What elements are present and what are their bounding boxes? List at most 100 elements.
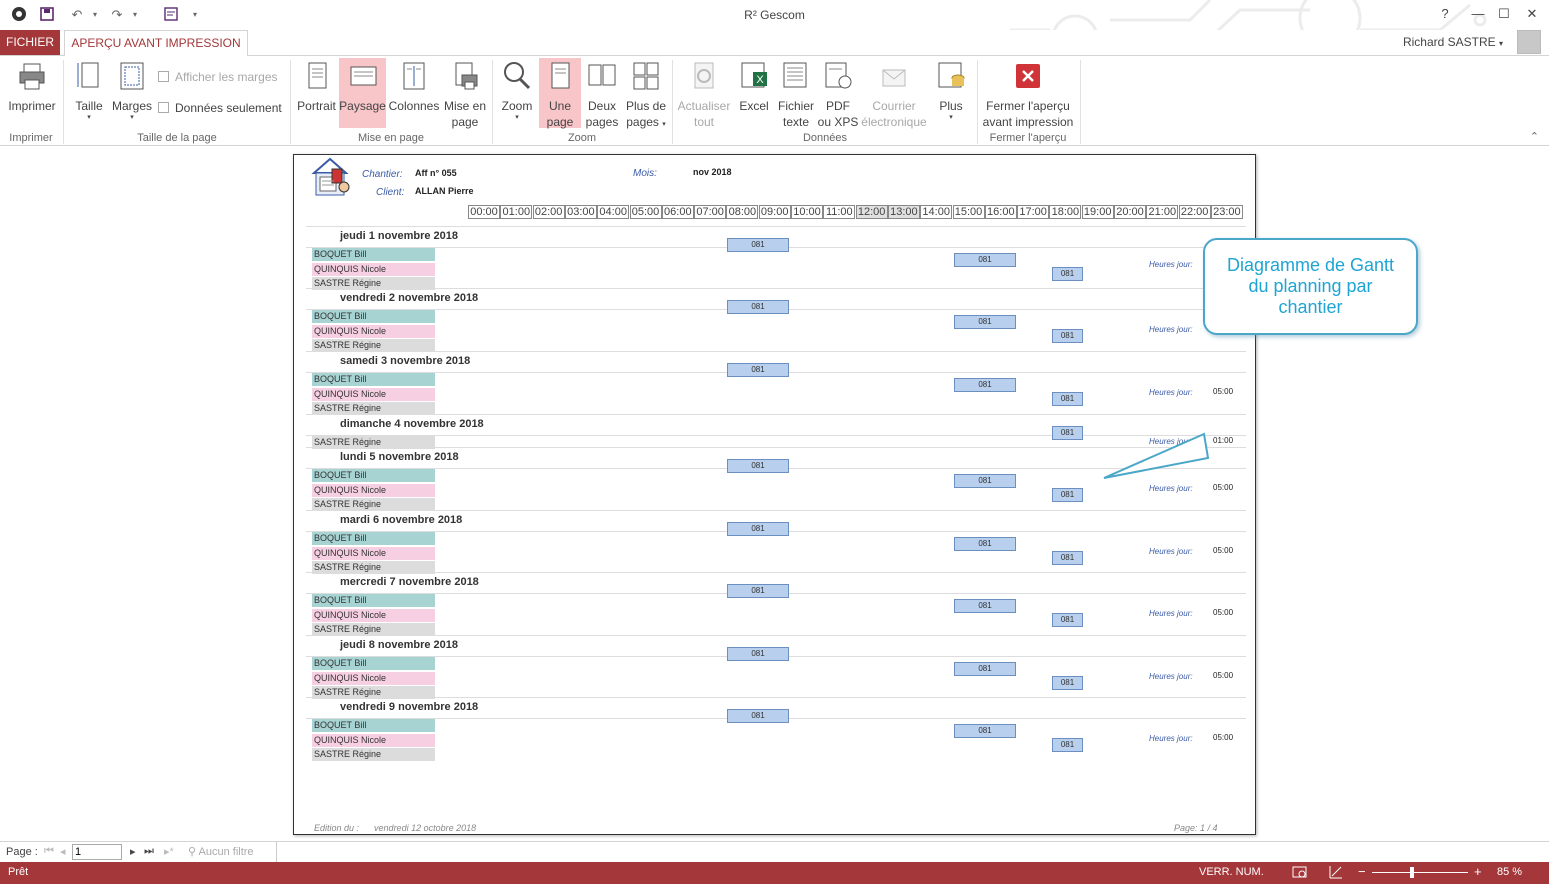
two-pages-icon [588, 64, 616, 86]
tab-print-preview[interactable]: APERÇU AVANT IMPRESSION [64, 30, 248, 56]
tab-file[interactable]: FICHIER [0, 30, 60, 55]
show-margins-checkbox[interactable]: Afficher les marges [158, 70, 278, 84]
two-pages-label-2: pages [585, 115, 619, 129]
print-preview-view-icon[interactable] [1292, 864, 1308, 883]
gantt-bar[interactable]: 081 [1052, 676, 1083, 690]
day-title: mercredi 7 novembre 2018 [340, 576, 479, 588]
pdf-export-button[interactable]: PDF ou XPS [817, 60, 859, 129]
refresh-icon [694, 62, 714, 89]
zoom-slider-track[interactable] [1372, 872, 1468, 873]
more-export-button[interactable]: Plus ▾ [932, 60, 970, 128]
page-setup-button[interactable]: Mise en page [442, 60, 488, 129]
gantt-bar[interactable]: 081 [1052, 267, 1083, 281]
gantt-bar[interactable]: 081 [1052, 613, 1083, 627]
maximize-button[interactable]: ☐ [1493, 4, 1515, 24]
day-separator [306, 572, 1246, 573]
print-label: Imprimer [8, 99, 56, 113]
help-button[interactable]: ? [1434, 4, 1456, 24]
columns-button[interactable]: Colonnes [388, 60, 440, 128]
day-title: jeudi 1 novembre 2018 [340, 230, 458, 242]
data-only-checkbox[interactable]: Données seulement [158, 101, 282, 115]
size-label: Taille [75, 99, 103, 113]
gantt-bar[interactable]: 081 [954, 252, 1016, 267]
size-button[interactable]: Taille ▾ [70, 60, 108, 128]
gantt-bar[interactable]: 081 [727, 459, 789, 473]
first-page-icon[interactable]: ⏮ [44, 845, 54, 858]
zoom-slider-thumb[interactable] [1410, 867, 1414, 878]
month-value: nov 2018 [693, 167, 732, 177]
gantt-bar[interactable]: 081 [727, 647, 789, 661]
gantt-bar[interactable]: 081 [954, 473, 1016, 488]
group-label-close: Fermer l'aperçu [989, 132, 1067, 144]
minimize-button[interactable]: — [1467, 4, 1489, 24]
previous-page-icon[interactable]: ◂ [60, 845, 66, 858]
two-pages-button[interactable]: Deux pages [583, 60, 621, 129]
hour-cell: 18:00 [1049, 205, 1082, 219]
gantt-bar[interactable]: 081 [954, 314, 1016, 329]
excel-export-button[interactable]: X Excel [735, 60, 773, 128]
last-page-icon[interactable]: ⏭ [144, 845, 154, 858]
text-file-label-1: Fichier [777, 99, 814, 113]
gantt-bar[interactable]: 081 [1052, 426, 1083, 440]
gantt-bar[interactable]: 081 [954, 536, 1016, 551]
day-separator [306, 226, 1246, 227]
next-page-icon[interactable]: ▸ [130, 845, 136, 858]
gantt-bar[interactable]: 081 [727, 238, 789, 252]
no-filter-button[interactable]: ⚲ Aucun filtre [188, 845, 254, 858]
hours-day-value: 05:00 [1213, 608, 1234, 617]
page-number-input[interactable] [72, 844, 122, 860]
refresh-label-2: tout [693, 115, 714, 129]
email-button[interactable]: Courrier électronique [860, 60, 928, 129]
gantt-bar[interactable]: 081 [954, 661, 1016, 676]
gantt-bar[interactable]: 081 [954, 723, 1016, 738]
gantt-bar[interactable]: 081 [727, 522, 789, 536]
day-separator [306, 288, 1246, 289]
day-title: jeudi 8 novembre 2018 [340, 639, 458, 651]
new-record-icon[interactable]: ▸* [164, 845, 174, 858]
more-pages-icon [633, 62, 659, 90]
close-preview-label-2: avant impression [982, 115, 1074, 129]
gantt-bar[interactable]: 081 [727, 363, 789, 377]
hours-day-label: Heures jour: [1149, 672, 1193, 681]
zoom-in-button[interactable]: + [1474, 864, 1482, 879]
gantt-bar[interactable]: 081 [1052, 738, 1083, 752]
chevron-down-icon: ▾ [130, 114, 134, 121]
gantt-bar[interactable]: 081 [727, 709, 789, 723]
zoom-out-button[interactable]: − [1358, 864, 1366, 879]
group-label-zoom: Zoom [567, 132, 597, 144]
close-window-button[interactable]: ✕ [1521, 4, 1543, 24]
avatar[interactable] [1517, 30, 1541, 54]
page-size-icon [77, 62, 99, 88]
gantt-bar[interactable]: 081 [727, 584, 789, 598]
gantt-bar[interactable]: 081 [954, 377, 1016, 392]
layout-view-icon[interactable] [1328, 864, 1344, 883]
collapse-ribbon-icon[interactable]: ⌃ [1530, 130, 1539, 143]
page-setup-label-1: Mise en [443, 99, 487, 113]
gantt-bar[interactable]: 081 [1052, 392, 1083, 406]
gantt-bar[interactable]: 081 [1052, 329, 1083, 343]
landscape-button[interactable]: Paysage [339, 58, 386, 128]
gantt-bar[interactable]: 081 [1052, 551, 1083, 565]
refresh-all-button[interactable]: Actualiser tout [676, 60, 732, 129]
hour-cell: 15:00 [952, 205, 985, 219]
client-label: Client: [376, 187, 405, 198]
text-file-export-button[interactable]: Fichier texte [775, 60, 817, 129]
callout-line-2: du planning par [1248, 276, 1373, 296]
gantt-bar[interactable]: 081 [727, 300, 789, 314]
hours-day-label: Heures jour: [1149, 388, 1193, 397]
zoom-button[interactable]: Zoom ▾ [497, 60, 537, 128]
no-filter-label: Aucun filtre [198, 846, 254, 858]
portrait-button[interactable]: Portrait [295, 60, 338, 128]
gantt-bar[interactable]: 081 [1052, 488, 1083, 502]
hour-cell: 02:00 [532, 205, 565, 219]
one-page-button[interactable]: Une page [539, 58, 581, 129]
group-label-data: Données [802, 132, 848, 144]
margins-button[interactable]: Marges ▾ [110, 60, 154, 128]
print-button[interactable]: Imprimer [4, 60, 60, 128]
hour-cell: 00:00 [468, 205, 500, 219]
gantt-bar[interactable]: 081 [954, 598, 1016, 613]
more-pages-button[interactable]: Plus de pages ▾ [623, 60, 669, 129]
hours-day-label: Heures jour: [1149, 325, 1193, 334]
close-preview-button[interactable]: Fermer l'aperçu avant impression [980, 60, 1076, 129]
user-name[interactable]: Richard SASTRE ▾ [1403, 35, 1503, 49]
